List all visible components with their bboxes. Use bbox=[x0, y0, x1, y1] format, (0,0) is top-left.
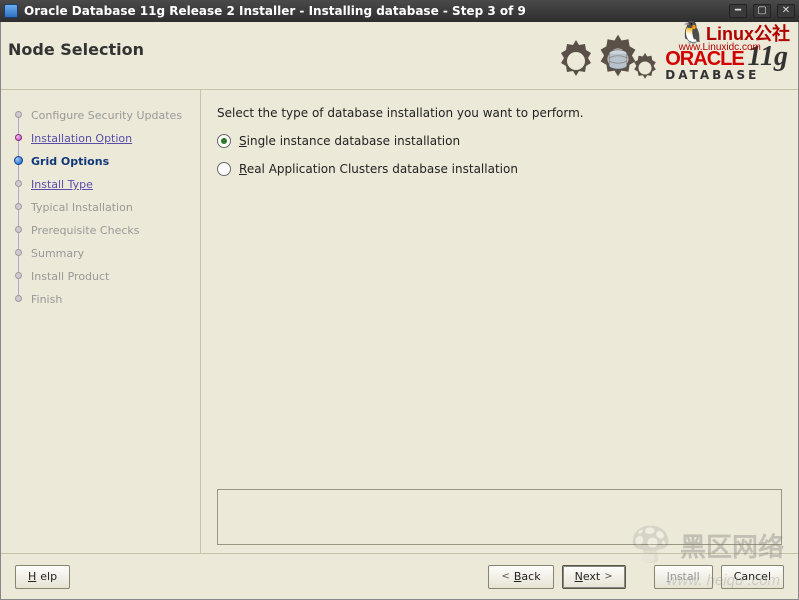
step-summary: Summary bbox=[15, 242, 194, 265]
step-typical-installation: Typical Installation bbox=[15, 196, 194, 219]
btn-mnemonic: H bbox=[28, 570, 36, 583]
step-prerequisite-checks: Prerequisite Checks bbox=[15, 219, 194, 242]
btn-text: nstall bbox=[670, 570, 700, 583]
step-label: Install Product bbox=[31, 270, 109, 283]
step-installation-option[interactable]: Installation Option bbox=[15, 127, 194, 150]
step-dot-icon bbox=[15, 180, 22, 187]
btn-text: Cancel bbox=[734, 570, 771, 583]
content: Configure Security Updates Installation … bbox=[1, 90, 798, 553]
next-button[interactable]: Next > bbox=[562, 565, 626, 589]
cancel-button[interactable]: Cancel bbox=[721, 565, 784, 589]
step-dot-icon bbox=[15, 295, 22, 302]
step-install-product: Install Product bbox=[15, 265, 194, 288]
radio-rac[interactable]: Real Application Clusters database insta… bbox=[217, 162, 782, 176]
gear-icon bbox=[551, 32, 671, 92]
close-button[interactable]: ✕ bbox=[777, 4, 795, 18]
maximize-button[interactable]: ▢ bbox=[753, 4, 771, 18]
step-label: Install Type bbox=[31, 178, 93, 191]
step-dot-icon bbox=[15, 226, 22, 233]
step-finish: Finish bbox=[15, 288, 194, 311]
main-panel: Select the type of database installation… bbox=[201, 90, 798, 553]
step-label: Typical Installation bbox=[31, 201, 133, 214]
radio-label: Real Application Clusters database insta… bbox=[239, 162, 518, 176]
step-install-type[interactable]: Install Type bbox=[15, 173, 194, 196]
back-button[interactable]: < Back bbox=[488, 565, 553, 589]
help-button[interactable]: Help bbox=[15, 565, 70, 589]
message-box bbox=[217, 489, 782, 545]
page-title: Node Selection bbox=[8, 40, 144, 59]
chevron-left-icon: < bbox=[501, 571, 509, 582]
step-dot-icon bbox=[15, 134, 22, 141]
step-dot-icon bbox=[14, 156, 23, 165]
database-icon bbox=[603, 46, 633, 76]
step-dot-icon bbox=[15, 203, 22, 210]
installation-type-group: Single instance database installation Re… bbox=[217, 134, 782, 176]
step-sidebar: Configure Security Updates Installation … bbox=[1, 90, 201, 553]
step-grid-options[interactable]: Grid Options bbox=[15, 150, 194, 173]
titlebar: Oracle Database 11g Release 2 Installer … bbox=[0, 0, 799, 22]
instructions-text: Select the type of database installation… bbox=[217, 106, 782, 120]
install-button: Install bbox=[654, 565, 713, 589]
btn-text: ack bbox=[521, 570, 540, 583]
step-configure-security-updates: Configure Security Updates bbox=[15, 104, 194, 127]
btn-text: ext bbox=[583, 570, 600, 583]
btn-text: elp bbox=[40, 570, 57, 583]
footer: Help < Back Next > Install Cancel 🍄 黑区网络… bbox=[1, 553, 798, 599]
step-label: Grid Options bbox=[31, 155, 109, 168]
step-label: Configure Security Updates bbox=[31, 109, 182, 122]
step-label: Finish bbox=[31, 293, 62, 306]
step-dot-icon bbox=[15, 249, 22, 256]
header: Node Selection ORACLE 11g DATABASE bbox=[1, 22, 798, 90]
window-title: Oracle Database 11g Release 2 Installer … bbox=[24, 4, 723, 18]
radio-icon bbox=[217, 162, 231, 176]
overlay-site-label: Linux公社 bbox=[706, 24, 790, 44]
radio-label: Single instance database installation bbox=[239, 134, 460, 148]
step-label: Prerequisite Checks bbox=[31, 224, 139, 237]
btn-mnemonic: N bbox=[575, 570, 583, 583]
radio-icon bbox=[217, 134, 231, 148]
step-dot-icon bbox=[15, 111, 22, 118]
chevron-right-icon: > bbox=[604, 571, 612, 582]
step-dot-icon bbox=[15, 272, 22, 279]
watermark-overlay-header: 🐧Linux公社 www.Linuxidc.com bbox=[679, 20, 790, 53]
radio-single-instance[interactable]: Single instance database installation bbox=[217, 134, 782, 148]
step-list: Configure Security Updates Installation … bbox=[15, 104, 194, 311]
step-label: Installation Option bbox=[31, 132, 132, 145]
app-icon bbox=[4, 4, 18, 18]
step-label: Summary bbox=[31, 247, 84, 260]
installer-window: Node Selection ORACLE 11g DATABASE bbox=[0, 22, 799, 600]
minimize-button[interactable]: ━ bbox=[729, 4, 747, 18]
